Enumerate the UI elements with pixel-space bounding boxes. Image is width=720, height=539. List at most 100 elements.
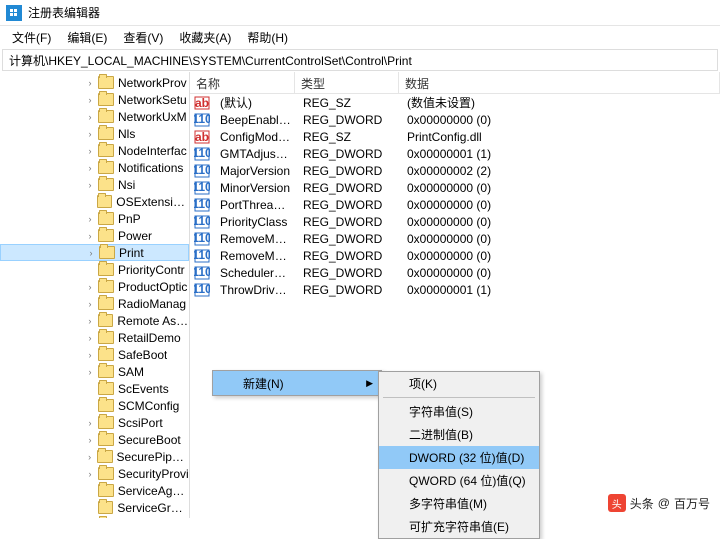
expand-icon[interactable]: ›	[84, 145, 96, 157]
tree-item[interactable]: ›PnP	[0, 210, 189, 227]
svg-text:110: 110	[194, 231, 210, 245]
expand-icon[interactable]: ›	[84, 111, 96, 123]
tree-item[interactable]: › ScsiPort	[0, 414, 189, 431]
expand-icon[interactable]: ›	[84, 94, 96, 106]
tree-item-label: SecurityProvi	[118, 467, 189, 481]
tree-item-label: ScsiPort	[118, 416, 163, 430]
folder-icon	[98, 263, 114, 276]
expand-icon[interactable]: ›	[84, 162, 96, 174]
list-row[interactable]: 110RemoveMXDWREG_DWORD0x00000000 (0)	[190, 247, 720, 264]
tree-item[interactable]: › Print	[0, 244, 189, 261]
tree-view[interactable]: ›NetworkProv›NetworkSetu›NetworkUxM›Nls›…	[0, 72, 190, 518]
watermark-source: 头条	[630, 495, 654, 512]
list-row[interactable]: 110RemoveMPDWREG_DWORD0x00000000 (0)	[190, 230, 720, 247]
submenu-item[interactable]: 字符串值(S)	[379, 400, 539, 423]
tree-item[interactable]: › NetworkSetu	[0, 91, 189, 108]
tree-item[interactable]: ›SecurePipeSe	[0, 448, 189, 465]
cell-data: PrintConfig.dll	[401, 130, 720, 144]
submenu-arrow-icon: ▶	[366, 378, 373, 389]
expand-icon[interactable]: ›	[85, 247, 97, 259]
tree-item[interactable]: ›Notifications	[0, 159, 189, 176]
list-row[interactable]: ab(默认)REG_SZ(数值未设置)	[190, 94, 720, 111]
expand-icon[interactable]: ›	[84, 332, 96, 344]
tree-item-label: Remote Assis	[117, 314, 189, 328]
expand-icon[interactable]: ›	[84, 366, 96, 378]
tree-item-label: Print	[119, 246, 144, 260]
tree-item[interactable]: PriorityContr	[0, 261, 189, 278]
menu-file[interactable]: 文件(F)	[4, 27, 59, 48]
address-bar[interactable]: 计算机\HKEY_LOCAL_MACHINE\SYSTEM\CurrentCon…	[2, 49, 718, 71]
context-menu[interactable]: 新建(N) ▶	[212, 370, 382, 396]
expand-icon[interactable]: ›	[84, 281, 96, 293]
expand-icon[interactable]: ›	[84, 298, 96, 310]
expand-icon[interactable]: ›	[84, 434, 96, 446]
cell-data: 0x00000001 (1)	[401, 147, 720, 161]
submenu-item[interactable]: 可扩充字符串值(E)	[379, 515, 539, 538]
submenu-item[interactable]: DWORD (32 位)值(D)	[379, 446, 539, 469]
header-name[interactable]: 名称	[190, 72, 295, 93]
context-item-new[interactable]: 新建(N) ▶	[213, 371, 381, 395]
tree-item-label: NetworkSetu	[118, 93, 187, 107]
tree-item[interactable]: ›SafeBoot	[0, 346, 189, 363]
folder-icon	[98, 467, 114, 480]
context-submenu[interactable]: 项(K) 字符串值(S)二进制值(B)DWORD (32 位)值(D)QWORD …	[378, 371, 540, 539]
header-type[interactable]: 类型	[295, 72, 399, 93]
tree-item[interactable]: ›ProductOptic	[0, 278, 189, 295]
svg-text:110: 110	[194, 265, 210, 279]
tree-item[interactable]: ServiceAggre	[0, 482, 189, 499]
tree-item[interactable]: OSExtensionE	[0, 193, 189, 210]
expand-icon[interactable]: ›	[84, 128, 96, 140]
list-row[interactable]: 110PriorityClassREG_DWORD0x00000000 (0)	[190, 213, 720, 230]
cell-type: REG_DWORD	[297, 198, 401, 212]
folder-icon	[98, 93, 114, 106]
tree-item[interactable]: ›NetworkProv	[0, 74, 189, 91]
tree-item[interactable]: ServiceGroup	[0, 499, 189, 516]
menu-favorites[interactable]: 收藏夹(A)	[171, 27, 239, 48]
submenu-item[interactable]: 多字符串值(M)	[379, 492, 539, 515]
list-row[interactable]: 110GMTAdjustedF...REG_DWORD0x00000001 (1…	[190, 145, 720, 162]
tree-item[interactable]: ›RadioManag	[0, 295, 189, 312]
tree-item[interactable]: ›NetworkUxM	[0, 108, 189, 125]
list-row[interactable]: abConfigModuleREG_SZPrintConfig.dll	[190, 128, 720, 145]
tree-item[interactable]: ›Power	[0, 227, 189, 244]
menu-help[interactable]: 帮助(H)	[239, 27, 296, 48]
tree-item[interactable]: ScEvents	[0, 380, 189, 397]
header-data[interactable]: 数据	[399, 72, 720, 93]
folder-icon	[98, 110, 114, 123]
cell-data: 0x00000000 (0)	[401, 198, 720, 212]
menu-edit[interactable]: 编辑(E)	[59, 27, 115, 48]
expand-icon[interactable]: ›	[84, 179, 96, 191]
expand-icon[interactable]: ›	[84, 451, 95, 463]
binary-value-icon: 110	[194, 248, 210, 264]
expand-icon[interactable]: ›	[84, 230, 96, 242]
expand-icon[interactable]: ›	[84, 315, 96, 327]
menu-view[interactable]: 查看(V)	[115, 27, 171, 48]
submenu-item[interactable]: QWORD (64 位)值(Q)	[379, 469, 539, 492]
expand-icon[interactable]: ›	[84, 417, 96, 429]
list-row[interactable]: 110MinorVersionREG_DWORD0x00000000 (0)	[190, 179, 720, 196]
expand-icon[interactable]: ›	[84, 349, 96, 361]
tree-item[interactable]: SCMConfig	[0, 397, 189, 414]
list-row[interactable]: 110MajorVersionREG_DWORD0x00000002 (2)	[190, 162, 720, 179]
expand-icon[interactable]: ›	[84, 468, 96, 480]
tree-item[interactable]: ›NodeInterfac	[0, 142, 189, 159]
tree-item[interactable]: ›Nls	[0, 125, 189, 142]
tree-item[interactable]: › Remote Assis	[0, 312, 189, 329]
tree-item[interactable]: › SecurityProvi	[0, 465, 189, 482]
list-row[interactable]: 110PortThreadPri...REG_DWORD0x00000000 (…	[190, 196, 720, 213]
tree-item[interactable]: ›SAM	[0, 363, 189, 380]
expand-icon[interactable]: ›	[84, 213, 96, 225]
cell-name: ConfigModule	[214, 130, 297, 144]
expand-icon[interactable]: ›	[84, 77, 96, 89]
cell-name: RemoveMPDW	[214, 232, 297, 246]
submenu-item[interactable]: 项(K)	[379, 372, 539, 395]
tree-item[interactable]: ›RetailDemo	[0, 329, 189, 346]
svg-text:ab: ab	[195, 130, 209, 144]
list-row[interactable]: 110ThrowDriverEx...REG_DWORD0x00000001 (…	[190, 281, 720, 298]
list-row[interactable]: 110BeepEnabledREG_DWORD0x00000000 (0)	[190, 111, 720, 128]
list-row[interactable]: 110SchedulerThre...REG_DWORD0x00000000 (…	[190, 264, 720, 281]
tree-item[interactable]: ›SecureBoot	[0, 431, 189, 448]
tree-item[interactable]: ›Nsi	[0, 176, 189, 193]
binary-value-icon: 110	[194, 214, 210, 230]
submenu-item[interactable]: 二进制值(B)	[379, 423, 539, 446]
